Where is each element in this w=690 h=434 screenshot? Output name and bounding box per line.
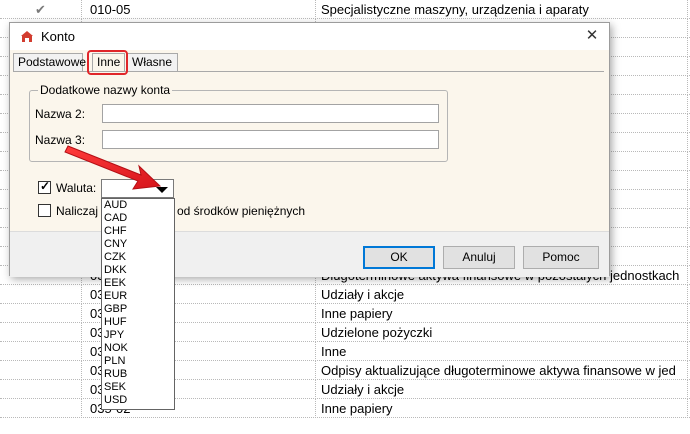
account-name-cell: Udzielone pożyczki: [316, 323, 688, 342]
interest-label-end: od środków pieniężnych: [177, 204, 306, 218]
account-name-cell: Udziały i akcje: [316, 285, 688, 304]
row-check-cell: [0, 380, 82, 399]
row-check-cell: [0, 285, 82, 304]
chevron-down-icon[interactable]: [156, 187, 168, 193]
account-name-cell: Specjalistyczne maszyny, urządzenia i ap…: [316, 0, 688, 19]
additional-names-group: Dodatkowe nazwy konta: [29, 83, 448, 162]
name3-field[interactable]: [102, 130, 439, 149]
currency-option[interactable]: EEK: [102, 277, 174, 290]
name2-label: Nazwa 2:: [35, 107, 86, 121]
name2-field[interactable]: [102, 104, 439, 123]
tab-highlight-box: [87, 50, 128, 75]
currency-option[interactable]: PLN: [102, 355, 174, 368]
help-button[interactable]: Pomoc: [523, 246, 599, 269]
table-row[interactable]: ✔ 010-05 Specjalistyczne maszyny, urządzen…: [0, 0, 690, 19]
currency-option[interactable]: RUB: [102, 368, 174, 381]
interest-checkbox[interactable]: [38, 204, 51, 217]
row-check-cell: [0, 399, 82, 418]
account-code-cell: 010-05: [82, 0, 316, 19]
currency-option[interactable]: DKK: [102, 264, 174, 277]
checkmark-icon: ✓: [40, 179, 51, 193]
currency-option[interactable]: NOK: [102, 342, 174, 355]
account-name-cell: Inne papiery: [316, 304, 688, 323]
currency-option[interactable]: JPY: [102, 329, 174, 342]
currency-option[interactable]: USD: [102, 394, 174, 407]
account-name-cell: Odpisy aktualizujące długoterminowe akty…: [316, 361, 688, 380]
currency-checkbox[interactable]: ✓: [38, 179, 51, 194]
konto-dialog: Konto ✕ Podstawowe Inne Własne Dodatkowe…: [9, 22, 610, 277]
currency-dropdown-list: AUD CAD CHF CNY CZK DKK EEK EUR GBP HUF JPY NOK PLN R…: [101, 198, 175, 410]
currency-option[interactable]: CHF: [102, 225, 174, 238]
account-name-cell: Udziały i akcje: [316, 380, 688, 399]
account-name-cell: Inne: [316, 342, 688, 361]
currency-option[interactable]: CAD: [102, 212, 174, 225]
dialog-title: Konto: [41, 29, 75, 44]
tab-podstawowe[interactable]: Podstawowe: [13, 53, 86, 72]
currency-option[interactable]: EUR: [102, 290, 174, 303]
group-title: Dodatkowe nazwy konta: [38, 83, 173, 97]
cancel-button[interactable]: Anuluj: [443, 246, 515, 269]
currency-option[interactable]: CZK: [102, 251, 174, 264]
name3-label: Nazwa 3:: [35, 133, 86, 147]
row-check-cell: [0, 304, 82, 323]
dialog-titlebar: Konto ✕: [10, 23, 609, 50]
close-icon[interactable]: ✕: [581, 26, 603, 46]
account-name-cell: Inne papiery: [316, 399, 688, 418]
row-check-cell: [0, 361, 82, 380]
ok-button[interactable]: OK: [363, 246, 435, 269]
row-check-cell: [0, 323, 82, 342]
currency-option[interactable]: HUF: [102, 316, 174, 329]
currency-label: Waluta:: [56, 181, 97, 195]
currency-option[interactable]: CNY: [102, 238, 174, 251]
row-check-cell: ✔: [0, 0, 82, 19]
currency-option[interactable]: SEK: [102, 381, 174, 394]
tab-wlasne[interactable]: Własne: [127, 53, 178, 72]
currency-option[interactable]: AUD: [102, 199, 174, 212]
currency-option[interactable]: GBP: [102, 303, 174, 316]
row-check-cell: [0, 342, 82, 361]
button-bar: OK Anuluj Pomoc: [10, 231, 609, 277]
currency-combobox[interactable]: [101, 179, 174, 198]
app-icon: [21, 31, 33, 42]
